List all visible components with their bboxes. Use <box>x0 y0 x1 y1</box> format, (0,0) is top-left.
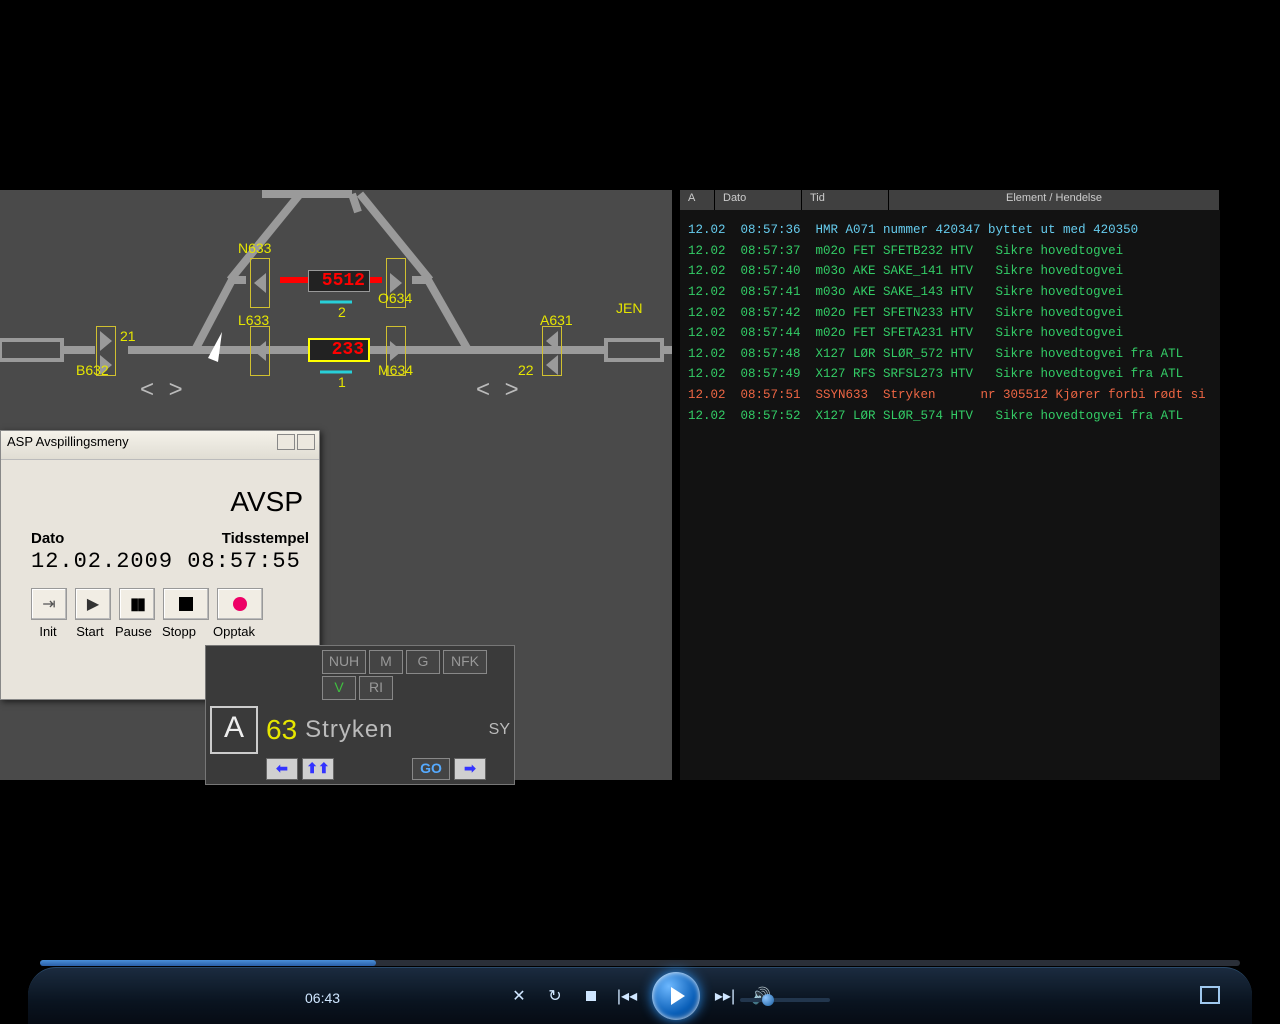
sel-nuh[interactable]: NUH <box>322 650 366 674</box>
sel-number: 63 <box>266 714 297 746</box>
volume-knob[interactable] <box>762 994 774 1006</box>
stopp-button[interactable] <box>163 588 209 620</box>
prev-button[interactable]: |◂◂ <box>616 985 638 1007</box>
avsp-titlebar[interactable]: ASP Avspillingsmeny <box>1 431 319 460</box>
log-row[interactable]: 12.02 08:57:36 HMR A071 nummer 420347 by… <box>688 220 1212 241</box>
train-233[interactable]: 233 <box>308 338 370 362</box>
label-n633: N633 <box>238 240 271 256</box>
avsp-label-dato: Dato <box>31 530 64 547</box>
log-header: A Dato Tid Element / Hendelse <box>680 190 1220 210</box>
record-icon <box>233 597 247 611</box>
prev-icon: |◂◂ <box>617 986 637 1006</box>
volume-slider[interactable] <box>740 998 830 1002</box>
media-player: 06:43 ✕ ↻ |◂◂ ▸▸| 🔊 <box>0 934 1280 1024</box>
maximize-button[interactable] <box>297 434 315 450</box>
signal-l633[interactable] <box>250 326 270 376</box>
stop-icon <box>179 597 193 611</box>
nav-up[interactable]: ⬆⬆ <box>302 758 334 780</box>
angle-brackets-left: < > <box>140 376 187 404</box>
log-col-a[interactable]: A <box>680 190 715 210</box>
sel-station-code: SY <box>489 721 510 739</box>
sel-nfk[interactable]: NFK <box>443 650 487 674</box>
label-a631: A631 <box>540 312 573 328</box>
fullscreen-button[interactable] <box>1200 986 1220 1004</box>
sel-v[interactable]: V <box>322 676 356 700</box>
angle-brackets-right: < > <box>476 376 523 404</box>
cap-init: Init <box>31 624 65 639</box>
sel-a-box[interactable]: A <box>210 706 258 754</box>
label-b632: B632 <box>76 362 109 378</box>
station-selector: NUH M G NFK V RI A 63 Stryken SY ⬅ ⬆⬆ GO… <box>205 645 515 785</box>
playback-time: 06:43 <box>305 990 340 1006</box>
log-row[interactable]: 12.02 08:57:41 m03o AKE SAKE_143 HTV Sik… <box>688 282 1212 303</box>
log-row[interactable]: 12.02 08:57:48 X127 LØR SLØR_572 HTV Sik… <box>688 344 1212 365</box>
play-icon <box>671 987 685 1005</box>
avsp-timestamp: 12.02.2009 08:57:55 <box>31 549 309 574</box>
sel-m[interactable]: M <box>369 650 403 674</box>
shuffle-icon: ✕ <box>512 986 525 1006</box>
log-col-tid[interactable]: Tid <box>802 190 889 210</box>
track-1: 1 <box>338 374 346 390</box>
stop-icon <box>586 991 596 1001</box>
log-lines[interactable]: 12.02 08:57:36 HMR A071 nummer 420347 by… <box>680 210 1220 436</box>
opptak-button[interactable] <box>217 588 263 620</box>
log-row[interactable]: 12.02 08:57:40 m03o AKE SAKE_141 HTV Sik… <box>688 261 1212 282</box>
minimize-button[interactable] <box>277 434 295 450</box>
sel-ri[interactable]: RI <box>359 676 393 700</box>
event-log-panel: A Dato Tid Element / Hendelse 12.02 08:5… <box>680 190 1220 780</box>
train-5512[interactable]: 5512 <box>308 270 370 292</box>
label-m634: M634 <box>378 362 413 378</box>
track-2: 2 <box>338 304 346 320</box>
seek-bar[interactable] <box>40 960 1240 966</box>
label-o634: O634 <box>378 290 412 306</box>
log-col-event[interactable]: Element / Hendelse <box>889 190 1220 210</box>
nav-right[interactable]: ➡ <box>454 758 486 780</box>
log-row[interactable]: 12.02 08:57:51 SSYN633 Stryken nr 305512… <box>688 385 1212 406</box>
play-icon: ▶ <box>87 594 99 614</box>
stop-button[interactable] <box>580 985 602 1007</box>
avsp-mode: AVSP <box>31 486 309 518</box>
cap-pause: Pause <box>115 624 149 639</box>
pause-button[interactable]: ▮▮ <box>119 588 155 620</box>
next-icon: ▸▸| <box>715 986 735 1006</box>
repeat-icon: ↻ <box>548 986 561 1006</box>
play-button[interactable] <box>652 972 700 1020</box>
cap-stopp: Stopp <box>157 624 201 639</box>
init-button[interactable]: ⇥ <box>31 588 67 620</box>
signal-a631[interactable] <box>542 326 562 376</box>
sel-g[interactable]: G <box>406 650 440 674</box>
log-row[interactable]: 12.02 08:57:42 m02o FET SFETN233 HTV Sik… <box>688 303 1212 324</box>
log-col-dato[interactable]: Dato <box>715 190 802 210</box>
next-button[interactable]: ▸▸| <box>714 985 736 1007</box>
avsp-title-text: ASP Avspillingsmeny <box>7 434 129 449</box>
log-row[interactable]: 12.02 08:57:52 X127 LØR SLØR_574 HTV Sik… <box>688 406 1212 427</box>
cap-opptak: Opptak <box>209 624 259 639</box>
log-row[interactable]: 12.02 08:57:37 m02o FET SFETB232 HTV Sik… <box>688 241 1212 262</box>
nav-left[interactable]: ⬅ <box>266 758 298 780</box>
repeat-button[interactable]: ↻ <box>544 985 566 1007</box>
log-row[interactable]: 12.02 08:57:44 m02o FET SFETA231 HTV Sik… <box>688 323 1212 344</box>
label-21: 21 <box>120 328 136 344</box>
nav-go[interactable]: GO <box>412 758 450 780</box>
cap-start: Start <box>73 624 107 639</box>
label-jen: JEN <box>616 300 642 316</box>
start-button[interactable]: ▶ <box>75 588 111 620</box>
skip-end-icon: ⇥ <box>42 594 55 614</box>
sel-station-name: Stryken <box>305 716 483 744</box>
signal-n633[interactable] <box>250 258 270 308</box>
log-row[interactable]: 12.02 08:57:49 X127 RFS SRFSL273 HTV Sik… <box>688 364 1212 385</box>
label-l633: L633 <box>238 312 269 328</box>
avsp-label-ts: Tidsstempel <box>222 530 309 547</box>
pause-icon: ▮▮ <box>130 594 144 614</box>
shuffle-button[interactable]: ✕ <box>508 985 530 1007</box>
seek-progress <box>40 960 376 966</box>
